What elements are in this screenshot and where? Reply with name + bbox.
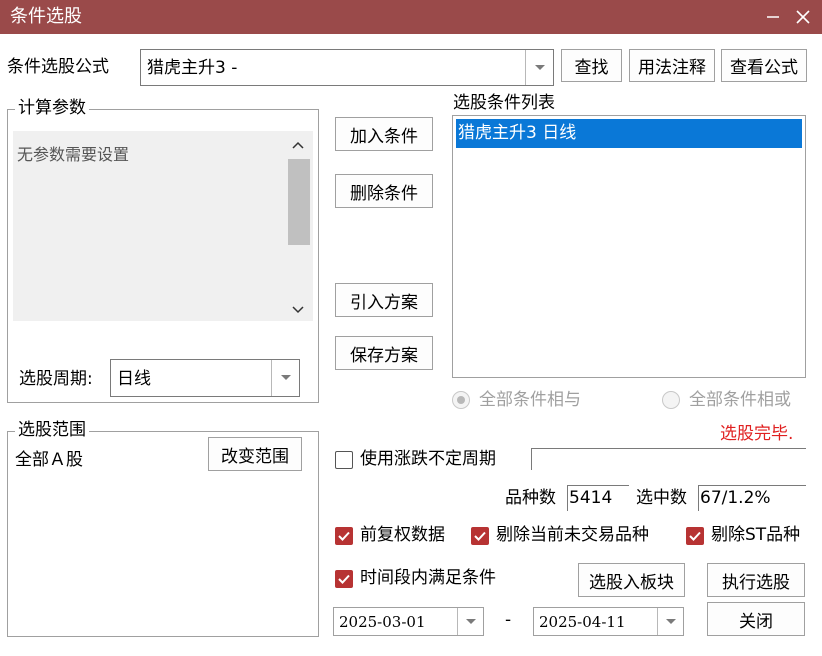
chevron-down-icon[interactable]: [657, 608, 683, 635]
import-scheme-button[interactable]: 引入方案: [335, 283, 433, 317]
adjusted-label: 前复权数据: [360, 525, 445, 545]
adjusted-checkbox[interactable]: [335, 527, 353, 545]
or-radio[interactable]: [662, 391, 680, 409]
formula-label: 条件选股公式: [7, 57, 109, 77]
find-button[interactable]: 查找: [561, 49, 622, 82]
params-scrollbar[interactable]: [287, 131, 311, 321]
count-label: 品种数: [505, 488, 556, 508]
formula-select[interactable]: 猎虎主升3 -: [140, 49, 554, 86]
variable-period-field[interactable]: [531, 448, 806, 470]
minimize-icon[interactable]: [760, 4, 786, 30]
selected-label: 选中数: [636, 488, 687, 508]
count-value: 5414: [569, 488, 613, 508]
status-text: 选股完毕.: [720, 424, 794, 444]
time-range-label: 时间段内满足条件: [360, 568, 496, 588]
end-date-picker[interactable]: 2025-04-11: [533, 607, 684, 636]
period-value: 日线: [117, 369, 151, 389]
close-icon[interactable]: [790, 4, 816, 30]
range-value: 全部Ａ股: [15, 450, 83, 470]
condition-list-title: 选股条件列表: [453, 93, 555, 113]
and-label: 全部条件相与: [479, 390, 581, 410]
chevron-down-icon[interactable]: [271, 360, 299, 396]
range-legend: 选股范围: [15, 419, 89, 441]
scroll-up-icon[interactable]: [291, 136, 305, 155]
change-range-button[interactable]: 改变范围: [208, 437, 302, 471]
exclude-untraded-label: 剔除当前未交易品种: [496, 525, 649, 545]
delete-condition-button[interactable]: 删除条件: [335, 174, 433, 208]
variable-period-checkbox[interactable]: [335, 451, 353, 469]
list-item[interactable]: 猎虎主升3 日线: [456, 119, 802, 148]
variable-period-label: 使用涨跌不定周期: [360, 449, 496, 469]
view-formula-button[interactable]: 查看公式: [721, 49, 807, 82]
period-label: 选股周期:: [19, 369, 93, 389]
end-date-value: 2025-04-11: [539, 613, 626, 631]
or-label: 全部条件相或: [689, 390, 791, 410]
time-range-checkbox[interactable]: [335, 570, 353, 588]
exclude-untraded-checkbox[interactable]: [471, 527, 489, 545]
add-condition-button[interactable]: 加入条件: [335, 117, 433, 151]
condition-item-label: 猎虎主升3 日线: [458, 123, 577, 143]
selected-value: 67/1.2%: [700, 488, 771, 508]
formula-value: 猎虎主升3 -: [147, 58, 238, 78]
period-select[interactable]: 日线: [110, 359, 300, 397]
exclude-st-label: 剔除ST品种: [711, 525, 801, 545]
start-date-picker[interactable]: 2025-03-01: [333, 607, 484, 636]
date-separator: -: [505, 610, 512, 630]
selected-field: 67/1.2%: [698, 485, 806, 511]
params-text: 无参数需要设置: [17, 145, 130, 164]
execute-button[interactable]: 执行选股: [707, 563, 805, 597]
title-bar: 条件选股: [0, 0, 822, 34]
window-title: 条件选股: [10, 6, 82, 27]
start-date-value: 2025-03-01: [339, 613, 426, 631]
usage-notes-button[interactable]: 用法注释: [629, 49, 715, 82]
scroll-down-icon[interactable]: [291, 301, 305, 320]
params-panel: 无参数需要设置: [13, 131, 313, 321]
chevron-down-icon[interactable]: [457, 608, 483, 635]
count-field: 5414: [567, 485, 629, 511]
params-legend: 计算参数: [15, 97, 89, 119]
scroll-thumb[interactable]: [288, 159, 310, 245]
close-button[interactable]: 关闭: [707, 602, 805, 636]
save-scheme-button[interactable]: 保存方案: [335, 336, 433, 370]
condition-list[interactable]: 猎虎主升3 日线: [452, 115, 806, 378]
chevron-down-icon[interactable]: [525, 50, 553, 85]
exclude-st-checkbox[interactable]: [686, 527, 704, 545]
and-radio[interactable]: [452, 391, 470, 409]
to-block-button[interactable]: 选股入板块: [578, 563, 685, 597]
